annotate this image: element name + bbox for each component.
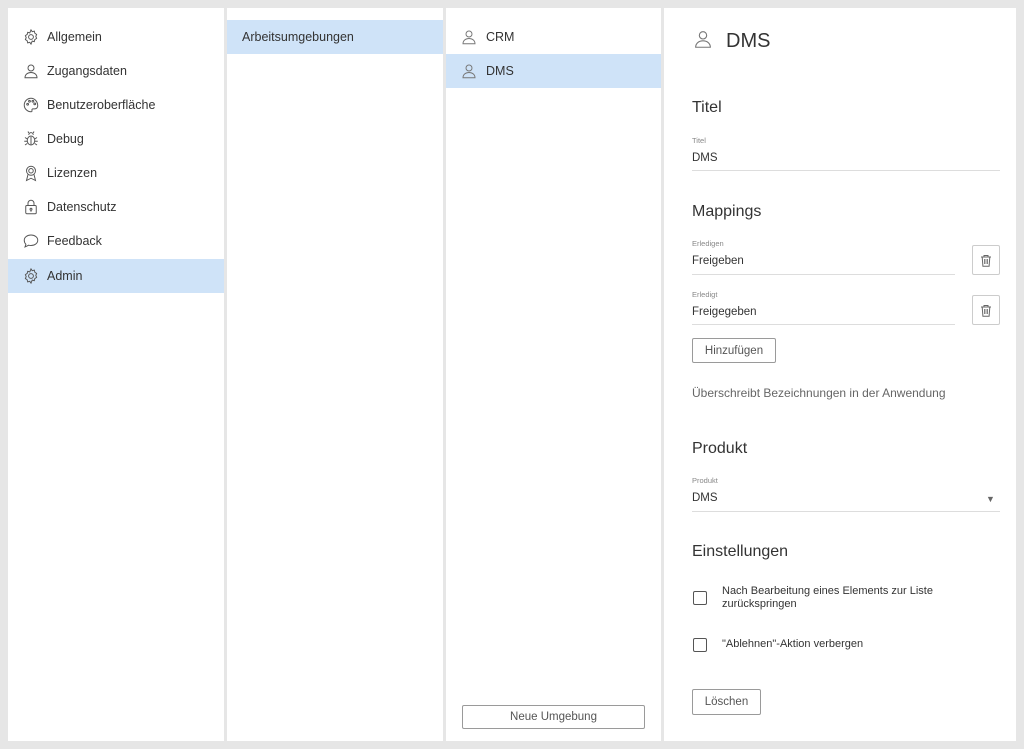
nav-label: Lizenzen: [47, 166, 98, 180]
nav-label: Feedback: [47, 234, 102, 248]
mapping-field-underline: [692, 324, 955, 325]
mapping-value-field[interactable]: Freigegeben: [692, 306, 757, 318]
nav-label: Admin: [47, 269, 83, 283]
nav-item-benutzeroberflaeche[interactable]: Benutzeroberfläche: [8, 88, 224, 122]
trash-icon: [981, 254, 991, 267]
mapping-field-underline: [692, 274, 955, 275]
mappings-hint: Überschreibt Bezeichnungen in der Anwend…: [692, 386, 946, 400]
environment-item-dms[interactable]: DMS: [446, 54, 661, 88]
user-icon: [460, 28, 478, 46]
environment-list: CRM DMS Neue Umgebung: [446, 8, 661, 741]
nav-item-feedback[interactable]: Feedback: [8, 224, 224, 258]
checkbox-label: "Ablehnen"-Aktion verbergen: [722, 638, 864, 650]
section-heading-produkt: Produkt: [692, 440, 748, 457]
new-environment-button[interactable]: Neue Umgebung: [462, 705, 645, 729]
nav-item-zugangsdaten[interactable]: Zugangsdaten: [8, 54, 224, 88]
section-heading-mappings: Mappings: [692, 203, 762, 220]
nav-item-admin[interactable]: Admin: [8, 259, 224, 293]
environment-item-crm[interactable]: CRM: [446, 20, 661, 54]
delete-mapping-button[interactable]: [972, 245, 1000, 275]
mapping-label: Erledigt: [692, 290, 718, 299]
gear-icon: [22, 267, 40, 285]
submenu-label: Arbeitsumgebungen: [242, 30, 354, 44]
user-icon: [460, 62, 478, 80]
settings-nav: Allgemein Zugangsdaten Benutzeroberfläch…: [8, 8, 224, 741]
gear-icon: [22, 28, 40, 46]
titel-field[interactable]: DMS: [692, 152, 718, 164]
nav-label: Allgemein: [47, 30, 102, 44]
delete-mapping-button[interactable]: [972, 295, 1000, 325]
nav-item-datenschutz[interactable]: Datenschutz: [8, 190, 224, 224]
nav-label: Datenschutz: [47, 200, 117, 214]
return-to-list-checkbox[interactable]: [693, 591, 707, 605]
nav-item-allgemein[interactable]: Allgemein: [8, 20, 224, 54]
trash-icon: [981, 304, 991, 317]
submenu-item-arbeitsumgebungen[interactable]: Arbeitsumgebungen: [227, 20, 443, 54]
chevron-down-icon[interactable]: ▼: [986, 494, 995, 504]
environment-label: DMS: [486, 64, 514, 78]
nav-item-debug[interactable]: Debug: [8, 122, 224, 156]
bug-icon: [22, 130, 40, 148]
produkt-select[interactable]: DMS: [692, 492, 718, 504]
user-icon: [692, 28, 714, 50]
environment-label: CRM: [486, 30, 515, 44]
nav-label: Zugangsdaten: [47, 64, 127, 78]
produkt-field-label: Produkt: [692, 476, 718, 485]
admin-submenu: Arbeitsumgebungen: [227, 8, 443, 741]
nav-item-lizenzen[interactable]: Lizenzen: [8, 156, 224, 190]
chat-icon: [22, 232, 40, 250]
palette-icon: [22, 96, 40, 114]
hide-reject-action-checkbox[interactable]: [693, 638, 707, 652]
award-icon: [22, 164, 40, 182]
nav-label: Debug: [47, 132, 84, 146]
titel-field-label: Titel: [692, 136, 706, 145]
mapping-value-field[interactable]: Freigeben: [692, 255, 744, 267]
page-title: DMS: [726, 30, 771, 52]
environment-detail: DMS Titel Titel DMS Mappings Erledigen F…: [664, 8, 1016, 741]
section-heading-titel: Titel: [692, 99, 722, 116]
nav-label: Benutzeroberfläche: [47, 98, 156, 112]
add-mapping-button[interactable]: Hinzufügen: [692, 338, 776, 363]
section-heading-einstellungen: Einstellungen: [692, 543, 789, 560]
lock-icon: [22, 198, 40, 216]
delete-button[interactable]: Löschen: [692, 689, 761, 715]
user-icon: [22, 62, 40, 80]
mapping-label: Erledigen: [692, 239, 724, 248]
checkbox-label: Nach Bearbeitung eines Elements zur List…: [722, 585, 933, 610]
titel-field-underline: [692, 170, 1000, 171]
produkt-select-underline: [692, 511, 1000, 512]
